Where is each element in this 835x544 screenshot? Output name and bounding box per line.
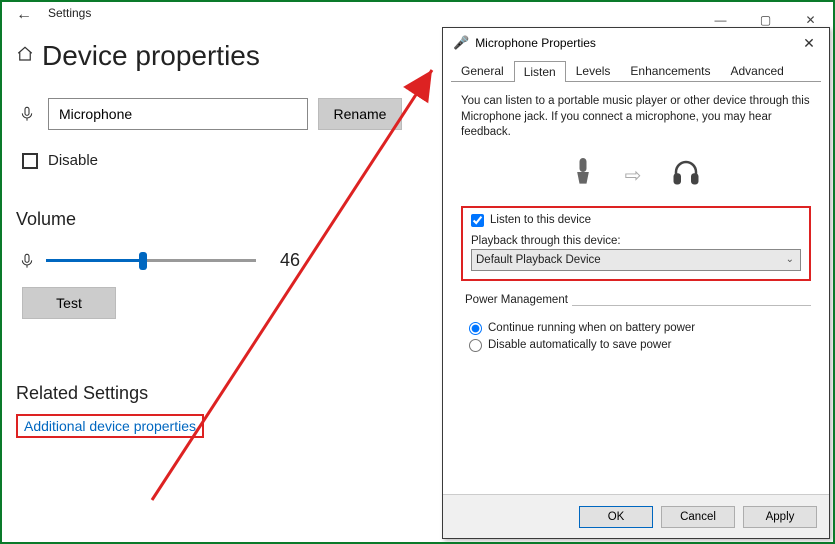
chevron-down-icon: ⌄ [786,254,794,265]
microphone-properties-dialog: 🎤 Microphone Properties ✕ General Listen… [442,27,830,539]
tab-enhancements[interactable]: Enhancements [620,60,720,81]
volume-slider[interactable] [46,251,256,271]
settings-body: Device properties Rename Disable Volume … [2,32,432,438]
tab-listen-content: You can listen to a portable music playe… [443,82,829,364]
tab-advanced[interactable]: Advanced [720,60,793,81]
volume-heading: Volume [16,209,432,230]
device-name-input[interactable] [48,98,308,130]
page-header: Device properties [16,40,432,72]
window-title: Settings [48,6,91,20]
disable-row[interactable]: Disable [22,152,432,169]
tab-levels[interactable]: Levels [566,60,621,81]
power-radio-disable[interactable] [469,339,482,352]
microphone-device-icon [569,155,597,196]
listen-to-device-checkbox[interactable] [471,214,484,227]
headphones-icon [669,157,703,194]
dialog-title: Microphone Properties [475,36,596,50]
slider-track-fill [46,259,143,262]
dialog-titlebar: 🎤 Microphone Properties ✕ [443,28,829,58]
slider-thumb[interactable] [139,252,147,270]
apply-button[interactable]: Apply [743,506,817,528]
playback-device-value: Default Playback Device [476,254,601,266]
back-button[interactable]: ← [14,6,34,24]
power-management-group: Power Management Continue running when o… [461,291,811,352]
page-title: Device properties [42,40,260,72]
volume-value: 46 [280,250,300,271]
power-radio-continue[interactable] [469,322,482,335]
dialog-tabs: General Listen Levels Enhancements Advan… [443,60,829,81]
playback-device-select[interactable]: Default Playback Device ⌄ [471,249,801,271]
home-icon[interactable] [16,45,42,68]
disable-checkbox[interactable] [22,153,38,169]
test-button[interactable]: Test [22,287,116,319]
listen-diagram: ⇨ [461,155,811,196]
volume-row: 46 [16,250,432,271]
playback-through-label: Playback through this device: [471,235,801,247]
power-option-continue[interactable]: Continue running when on battery power [469,322,811,335]
power-option-label: Disable automatically to save power [488,339,671,351]
power-management-legend: Power Management [461,294,572,306]
listen-description: You can listen to a portable music playe… [461,94,811,141]
microphone-icon: 🎤 [453,35,469,51]
power-option-label: Continue running when on battery power [488,322,695,334]
tab-general[interactable]: General [451,60,514,81]
arrow-right-icon: ⇨ [625,163,642,188]
close-icon[interactable]: ✕ [789,35,829,52]
additional-device-properties-link[interactable]: Additional device properties [16,414,204,438]
microphone-icon [16,251,38,271]
dialog-footer: OK Cancel Apply [443,494,829,538]
cancel-button[interactable]: Cancel [661,506,735,528]
tab-listen[interactable]: Listen [514,61,566,82]
ok-button[interactable]: OK [579,506,653,528]
listen-checkbox-row[interactable]: Listen to this device [471,214,801,227]
device-name-row: Rename [16,98,432,130]
listen-checkbox-label: Listen to this device [490,214,591,226]
related-settings-heading: Related Settings [16,383,432,404]
disable-label: Disable [48,152,98,169]
app-frame: ← Settings — ▢ ✕ Device properties Renam… [0,0,835,544]
power-option-disable[interactable]: Disable automatically to save power [469,339,811,352]
microphone-icon [16,104,38,124]
rename-button[interactable]: Rename [318,98,402,130]
highlight-box: Listen to this device Playback through t… [461,206,811,281]
